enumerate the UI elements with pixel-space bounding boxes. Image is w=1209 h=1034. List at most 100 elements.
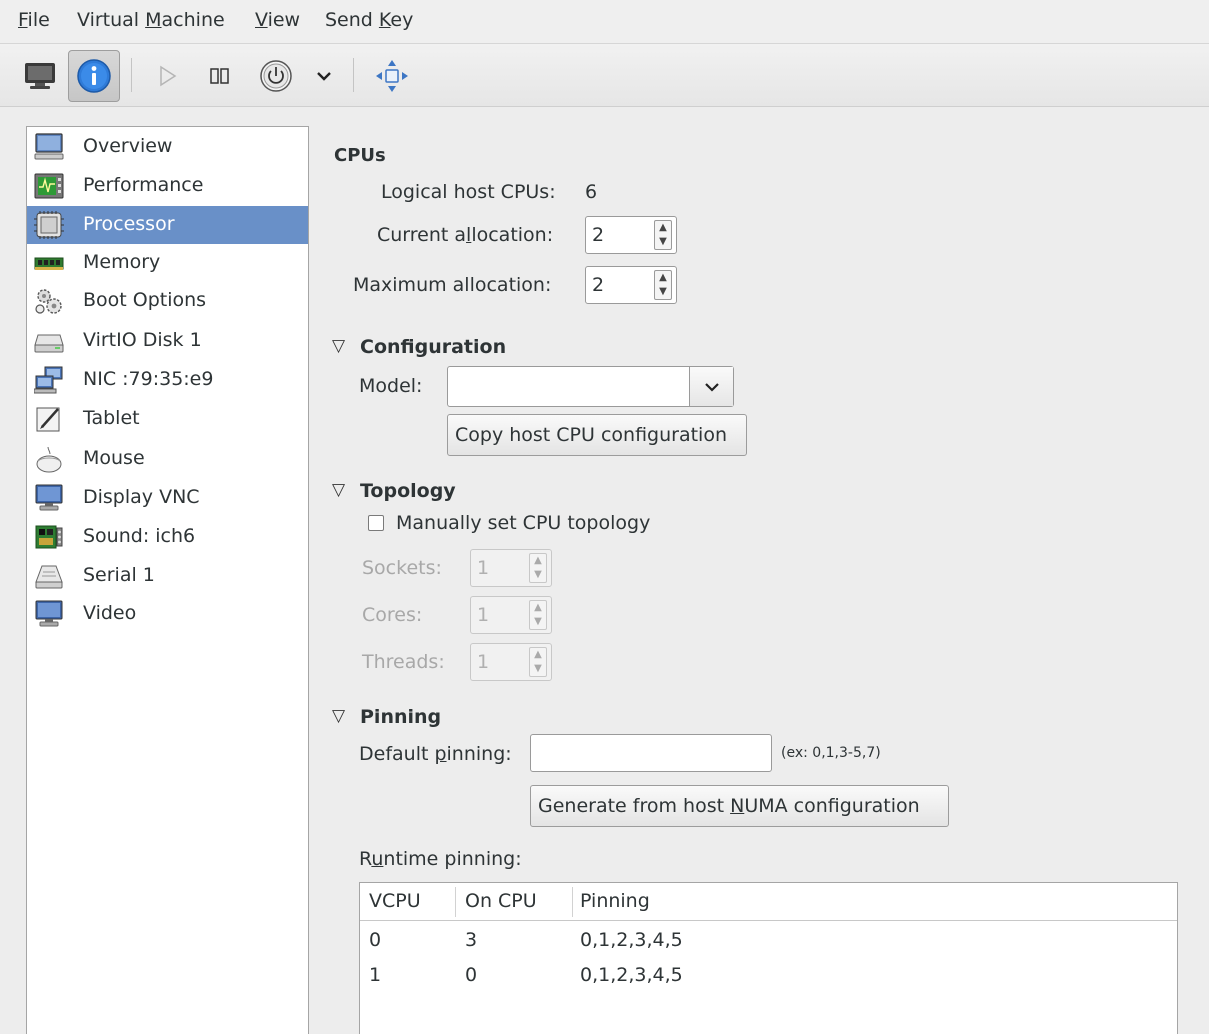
cell-on-cpu: 0	[465, 964, 478, 986]
cell-pinning[interactable]: 0,1,2,3,4,5	[580, 964, 683, 986]
sidebar-item-label: Mouse	[83, 447, 145, 469]
table-row[interactable]: 0 3 0,1,2,3,4,5	[360, 923, 1177, 959]
configuration-heading[interactable]: Configuration	[360, 336, 506, 358]
default-pinning-label: Default pinning:	[359, 743, 512, 765]
menu-virtual-machine[interactable]: Virtual Machine	[77, 9, 225, 31]
boot-gears-icon	[34, 287, 64, 315]
topology-expander-icon[interactable]: ▽	[332, 480, 345, 500]
table-row[interactable]: 1 0 0,1,2,3,4,5	[360, 959, 1177, 995]
sidebar-item-label: Overview	[83, 135, 173, 157]
spin-up-icon[interactable]: ▲	[655, 271, 671, 285]
sidebar-item-label: Display VNC	[83, 486, 200, 508]
cores-value: 1	[477, 604, 490, 626]
pinning-example-hint: (ex: 0,1,3-5,7)	[781, 745, 881, 761]
sound-card-icon	[34, 523, 64, 551]
maximum-allocation-arrows[interactable]: ▲ ▼	[654, 270, 672, 300]
cores-spinner[interactable]: 1 ▲ ▼	[470, 596, 552, 634]
sidebar-item-processor[interactable]: Processor	[27, 206, 308, 244]
maximum-allocation-label: Maximum allocation:	[353, 274, 552, 296]
spin-up-icon[interactable]: ▲	[655, 221, 671, 235]
spin-down-icon[interactable]: ▼	[530, 568, 546, 582]
fullscreen-move-icon[interactable]	[370, 56, 414, 96]
manual-topology-checkbox[interactable]	[368, 515, 384, 531]
sidebar-item-tablet[interactable]: Tablet	[27, 400, 308, 438]
runtime-pinning-table: VCPU On CPU Pinning 0 3 0,1,2,3,4,5 1 0 …	[359, 882, 1178, 1034]
sidebar-item-nic[interactable]: NIC :79:35:e9	[27, 361, 308, 399]
menu-view[interactable]: View	[255, 9, 300, 31]
topology-heading[interactable]: Topology	[360, 480, 456, 502]
display-monitor-icon	[34, 484, 64, 512]
sockets-spinner[interactable]: 1 ▲ ▼	[470, 549, 552, 587]
shutdown-menu-chevron-icon[interactable]	[312, 62, 336, 90]
sidebar-item-memory[interactable]: Memory	[27, 244, 308, 282]
column-header-vcpu[interactable]: VCPU	[369, 890, 421, 912]
sidebar-item-label: Serial 1	[83, 564, 155, 586]
serial-port-icon	[34, 562, 64, 590]
current-allocation-arrows[interactable]: ▲ ▼	[654, 220, 672, 250]
sidebar-item-label: Memory	[83, 251, 161, 273]
sidebar-item-display-vnc[interactable]: Display VNC	[27, 479, 308, 517]
cores-arrows[interactable]: ▲ ▼	[529, 600, 547, 630]
logical-cpus-label: Logical host CPUs:	[381, 181, 556, 203]
video-monitor-icon	[34, 600, 64, 628]
threads-spinner[interactable]: 1 ▲ ▼	[470, 643, 552, 681]
shutdown-power-icon[interactable]	[255, 56, 297, 96]
threads-arrows[interactable]: ▲ ▼	[529, 647, 547, 677]
details-info-icon[interactable]	[68, 50, 120, 102]
menu-send-key[interactable]: Send Key	[325, 9, 413, 31]
maximum-allocation-spinner[interactable]: 2 ▲ ▼	[585, 266, 677, 304]
pinning-expander-icon[interactable]: ▽	[332, 706, 345, 726]
sidebar-item-virtio-disk[interactable]: VirtIO Disk 1	[27, 322, 308, 360]
run-play-icon[interactable]	[150, 58, 184, 94]
sidebar-item-performance[interactable]: Performance	[27, 167, 308, 205]
sidebar-item-label: Video	[83, 602, 137, 624]
sidebar-item-boot-options[interactable]: Boot Options	[27, 282, 308, 320]
tablet-pen-icon	[34, 405, 64, 433]
sidebar-item-mouse[interactable]: Mouse	[27, 440, 308, 478]
cell-vcpu: 0	[369, 929, 382, 951]
current-allocation-spinner[interactable]: 2 ▲ ▼	[585, 216, 677, 254]
manual-topology-label[interactable]: Manually set CPU topology	[396, 512, 650, 534]
sidebar-item-label: Performance	[83, 174, 204, 196]
column-header-on-cpu[interactable]: On CPU	[465, 890, 537, 912]
menubar: File Virtual Machine View Send Key	[0, 0, 1209, 44]
sidebar-item-overview[interactable]: Overview	[27, 128, 308, 166]
cell-vcpu: 1	[369, 964, 382, 986]
cell-on-cpu: 3	[465, 929, 478, 951]
sidebar-item-serial[interactable]: Serial 1	[27, 557, 308, 595]
menu-file[interactable]: File	[18, 9, 50, 31]
sidebar-item-label: Processor	[83, 213, 175, 235]
sockets-arrows[interactable]: ▲ ▼	[529, 553, 547, 583]
console-monitor-icon[interactable]	[18, 58, 62, 94]
spin-up-icon[interactable]: ▲	[530, 601, 546, 615]
maximum-allocation-value: 2	[592, 274, 605, 296]
current-allocation-value: 2	[592, 224, 605, 246]
spin-down-icon[interactable]: ▼	[655, 285, 671, 299]
memory-ram-icon	[34, 249, 64, 277]
processor-chip-icon	[34, 211, 64, 239]
model-combobox[interactable]	[447, 366, 734, 407]
chevron-down-icon[interactable]	[689, 367, 733, 406]
default-pinning-input[interactable]	[530, 734, 772, 772]
column-header-pinning[interactable]: Pinning	[580, 890, 650, 912]
spin-down-icon[interactable]: ▼	[655, 235, 671, 249]
cpus-heading: CPUs	[334, 145, 386, 166]
sockets-value: 1	[477, 557, 490, 579]
configuration-expander-icon[interactable]: ▽	[332, 336, 345, 356]
pinning-heading[interactable]: Pinning	[360, 706, 441, 728]
spin-down-icon[interactable]: ▼	[530, 615, 546, 629]
generate-numa-button[interactable]: Generate from host NUMA configuration	[530, 785, 949, 827]
copy-host-cpu-button[interactable]: Copy host CPU configuration	[447, 414, 747, 456]
spin-down-icon[interactable]: ▼	[530, 662, 546, 676]
cell-pinning[interactable]: 0,1,2,3,4,5	[580, 929, 683, 951]
sidebar-item-video[interactable]: Video	[27, 595, 308, 633]
sidebar-item-label: Tablet	[83, 407, 140, 429]
sidebar-item-sound[interactable]: Sound: ich6	[27, 518, 308, 556]
spin-up-icon[interactable]: ▲	[530, 554, 546, 568]
cores-label: Cores:	[362, 604, 423, 626]
disk-drive-icon	[34, 327, 64, 355]
spin-up-icon[interactable]: ▲	[530, 648, 546, 662]
hardware-list: Overview Performance Processor Memory Bo…	[26, 126, 309, 1034]
pause-icon[interactable]	[202, 58, 238, 94]
mouse-icon	[34, 445, 64, 473]
